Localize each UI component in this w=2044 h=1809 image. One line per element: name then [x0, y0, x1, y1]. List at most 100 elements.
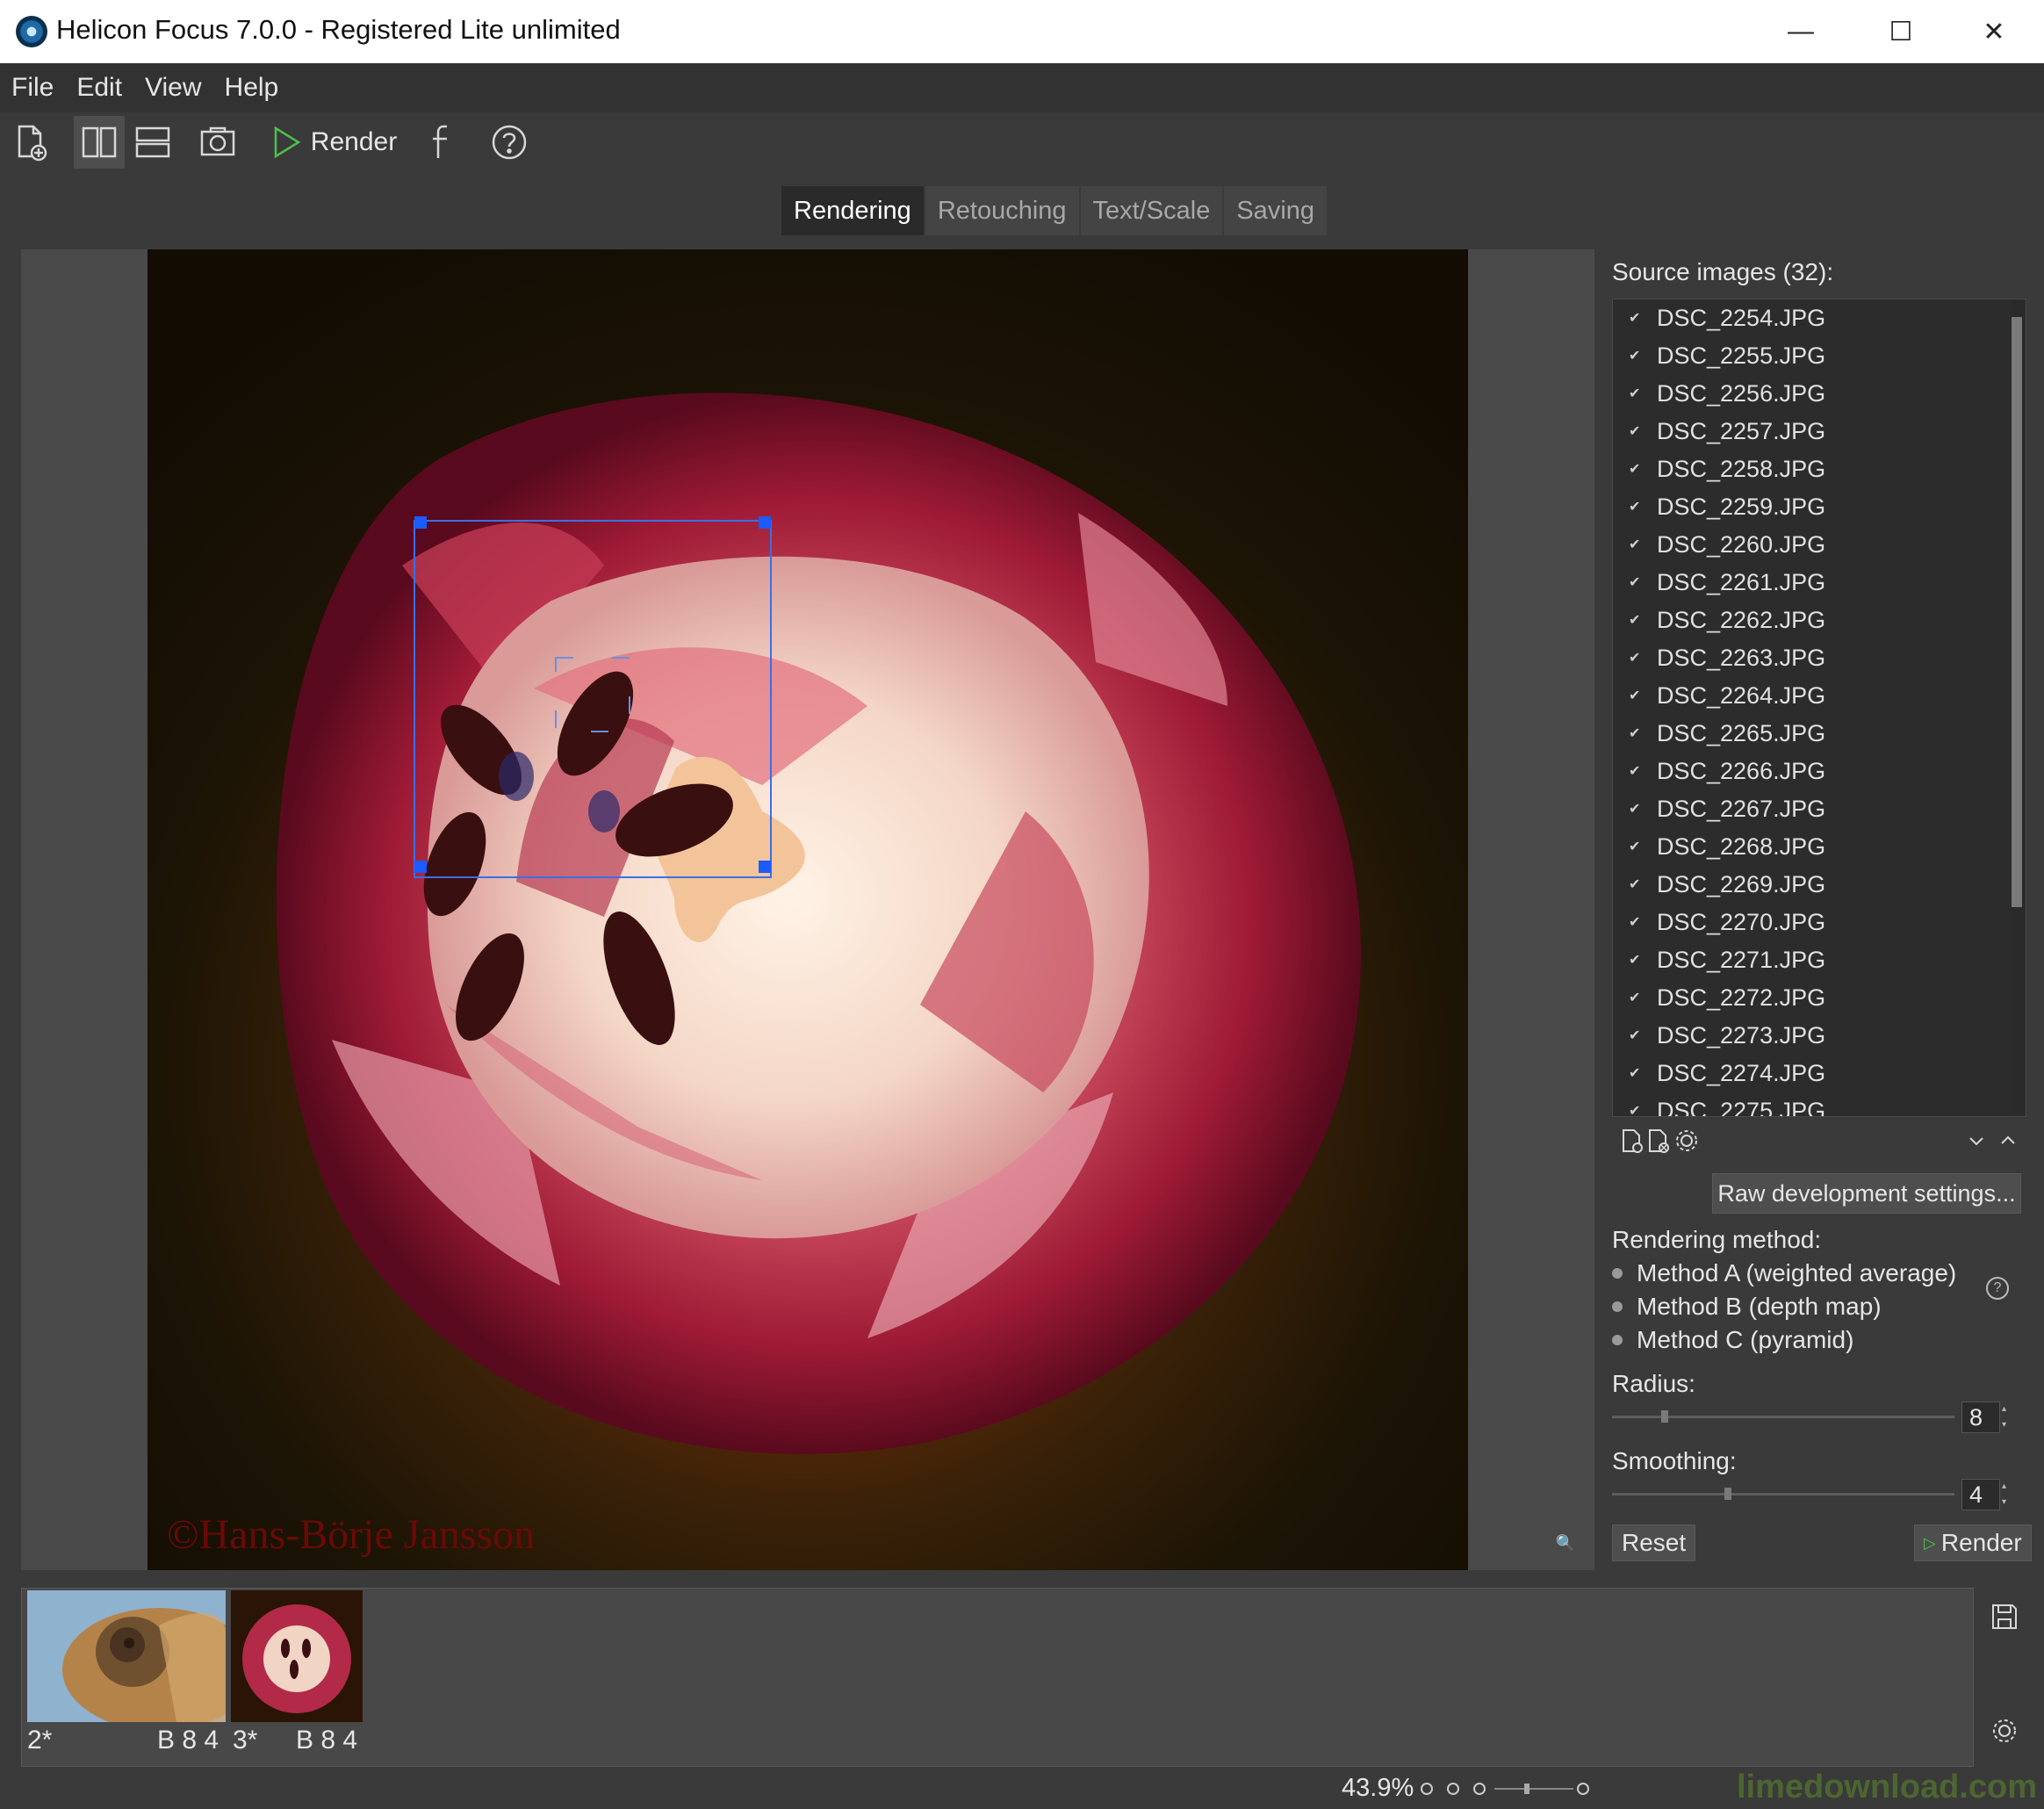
file-list-item[interactable]: ✔ DSC_2272.JPG: [1613, 979, 2026, 1017]
radius-slider-handle[interactable]: [1661, 1410, 1668, 1423]
menu-file[interactable]: File: [9, 73, 56, 103]
tab-text-scale[interactable]: Text/Scale: [1080, 186, 1223, 235]
chevron-down-icon[interactable]: [1963, 1128, 1990, 1154]
checkbox-checked-icon[interactable]: ✔: [1629, 726, 1643, 741]
radius-input[interactable]: 8: [1961, 1402, 2000, 1433]
checkbox-checked-icon[interactable]: ✔: [1629, 1104, 1643, 1116]
capture-button[interactable]: [193, 116, 242, 169]
remove-file-icon[interactable]: [1645, 1128, 1672, 1154]
raw-development-settings-button[interactable]: Raw development settings...: [1712, 1173, 2021, 1214]
file-list-item[interactable]: ✔ DSC_2260.JPG: [1613, 526, 2026, 564]
file-list-item[interactable]: ✔ DSC_2264.JPG: [1613, 677, 2026, 715]
reset-button[interactable]: Reset: [1612, 1524, 1696, 1561]
zoom-in-button[interactable]: [1577, 1783, 1589, 1795]
close-button[interactable]: ✕: [1944, 0, 2044, 63]
tab-rendering[interactable]: Rendering: [781, 186, 924, 235]
source-file-list[interactable]: ✔ DSC_2254.JPG ✔ DSC_2255.JPG ✔ DSC_2256.JPG ✔…: [1612, 299, 2026, 1117]
tab-saving[interactable]: Saving: [1224, 186, 1328, 235]
tab-retouching[interactable]: Retouching: [925, 186, 1079, 235]
method-b-radio[interactable]: Method B (depth map): [1612, 1293, 1882, 1321]
checkbox-checked-icon[interactable]: ✔: [1629, 575, 1643, 590]
checkbox-checked-icon[interactable]: ✔: [1629, 764, 1643, 779]
file-list-item[interactable]: ✔ DSC_2269.JPG: [1613, 866, 2026, 904]
image-viewer[interactable]: ©Hans-Börje Jansson 🔍: [21, 249, 1594, 1570]
zoom-out-button[interactable]: [1473, 1783, 1486, 1795]
file-list-item[interactable]: ✔ DSC_2258.JPG: [1613, 450, 2026, 488]
method-c-radio[interactable]: Method C (pyramid): [1612, 1326, 1853, 1354]
checkbox-checked-icon[interactable]: ✔: [1629, 349, 1643, 364]
zoom-slider-handle[interactable]: [1524, 1784, 1529, 1794]
checkbox-checked-icon[interactable]: ✔: [1629, 915, 1643, 930]
file-list-item[interactable]: ✔ DSC_2270.JPG: [1613, 904, 2026, 941]
file-list-item[interactable]: ✔ DSC_2273.JPG: [1613, 1017, 2026, 1055]
split-horizontal-icon: [135, 126, 170, 158]
preview-image[interactable]: ©Hans-Börje Jansson: [148, 249, 1468, 1570]
checkbox-checked-icon[interactable]: ✔: [1629, 613, 1643, 628]
file-list-scrollbar[interactable]: [2010, 301, 2024, 1113]
thumbnail-tulip[interactable]: [231, 1590, 363, 1722]
file-list-item[interactable]: ✔ DSC_2267.JPG: [1613, 790, 2026, 828]
add-images-button[interactable]: [7, 116, 56, 169]
scrollbar-thumb[interactable]: [2012, 317, 2022, 907]
radius-slider[interactable]: [1612, 1410, 1954, 1423]
save-icon[interactable]: [1990, 1602, 2019, 1632]
checkbox-checked-icon[interactable]: ✔: [1629, 877, 1643, 892]
file-list-item[interactable]: ✔ DSC_2261.JPG: [1613, 564, 2026, 602]
checkbox-checked-icon[interactable]: ✔: [1629, 500, 1643, 515]
render-button[interactable]: ▷ Render: [1914, 1524, 2032, 1561]
smoothing-input[interactable]: 4: [1961, 1479, 2000, 1510]
radius-stepper[interactable]: ▴ ▾: [2002, 1402, 2014, 1433]
checkbox-checked-icon[interactable]: ✔: [1629, 651, 1643, 666]
file-list-item[interactable]: ✔ DSC_2262.JPG: [1613, 602, 2026, 639]
file-list-item[interactable]: ✔ DSC_2271.JPG: [1613, 941, 2026, 979]
file-list-item[interactable]: ✔ DSC_2255.JPG: [1613, 337, 2026, 375]
smoothing-stepper[interactable]: ▴ ▾: [2002, 1479, 2014, 1510]
checkbox-checked-icon[interactable]: ✔: [1629, 1028, 1643, 1043]
thumbnail-insect[interactable]: [27, 1590, 226, 1722]
facebook-button[interactable]: [421, 116, 465, 169]
settings-gear-icon[interactable]: [1673, 1128, 1700, 1154]
file-list-item[interactable]: ✔ DSC_2257.JPG: [1613, 413, 2026, 450]
smoothing-slider-handle[interactable]: [1724, 1488, 1731, 1500]
file-list-item[interactable]: ✔ DSC_2265.JPG: [1613, 715, 2026, 753]
file-list-item[interactable]: ✔ DSC_2274.JPG: [1613, 1055, 2026, 1092]
layout-side-by-side-button[interactable]: [74, 116, 125, 169]
checkbox-checked-icon[interactable]: ✔: [1629, 537, 1643, 552]
file-name: DSC_2264.JPG: [1657, 682, 1826, 709]
file-list-item[interactable]: ✔ DSC_2254.JPG: [1613, 299, 2026, 337]
checkbox-checked-icon[interactable]: ✔: [1629, 386, 1643, 401]
zoom-fit-button[interactable]: [1421, 1783, 1433, 1795]
help-button[interactable]: [485, 116, 534, 169]
settings-gear-icon[interactable]: [1990, 1716, 2019, 1746]
file-list-item[interactable]: ✔ DSC_2275.JPG: [1613, 1092, 2026, 1116]
smoothing-slider[interactable]: [1612, 1488, 1954, 1500]
checkbox-checked-icon[interactable]: ✔: [1629, 688, 1643, 703]
maximize-button[interactable]: ☐: [1851, 0, 1951, 63]
checkbox-checked-icon[interactable]: ✔: [1629, 424, 1643, 439]
checkbox-checked-icon[interactable]: ✔: [1629, 840, 1643, 854]
minimize-button[interactable]: —: [1751, 0, 1851, 63]
checkbox-checked-icon[interactable]: ✔: [1629, 311, 1643, 326]
layout-stacked-button[interactable]: [128, 116, 177, 169]
add-file-icon[interactable]: [1619, 1128, 1645, 1154]
zoom-slider[interactable]: [1494, 1784, 1573, 1794]
file-list-item[interactable]: ✔ DSC_2263.JPG: [1613, 639, 2026, 677]
file-list-item[interactable]: ✔ DSC_2266.JPG: [1613, 753, 2026, 790]
menu-view[interactable]: View: [142, 73, 204, 103]
checkbox-checked-icon[interactable]: ✔: [1629, 802, 1643, 817]
checkbox-checked-icon[interactable]: ✔: [1629, 462, 1643, 477]
render-toolbar-button[interactable]: Render: [267, 116, 399, 169]
checkbox-checked-icon[interactable]: ✔: [1629, 953, 1643, 968]
file-list-item[interactable]: ✔ DSC_2259.JPG: [1613, 488, 2026, 526]
menu-edit[interactable]: Edit: [74, 73, 125, 103]
zoom-actual-button[interactable]: [1447, 1783, 1459, 1795]
checkbox-checked-icon[interactable]: ✔: [1629, 1066, 1643, 1081]
magnifier-icon[interactable]: 🔍: [1556, 1534, 1575, 1553]
menu-help[interactable]: Help: [222, 73, 282, 103]
file-list-item[interactable]: ✔ DSC_2256.JPG: [1613, 375, 2026, 413]
method-help-icon[interactable]: ?: [1986, 1277, 2009, 1300]
file-list-item[interactable]: ✔ DSC_2268.JPG: [1613, 828, 2026, 866]
method-a-radio[interactable]: Method A (weighted average): [1612, 1259, 1956, 1287]
checkbox-checked-icon[interactable]: ✔: [1629, 991, 1643, 1005]
chevron-up-icon[interactable]: [1995, 1128, 2021, 1154]
